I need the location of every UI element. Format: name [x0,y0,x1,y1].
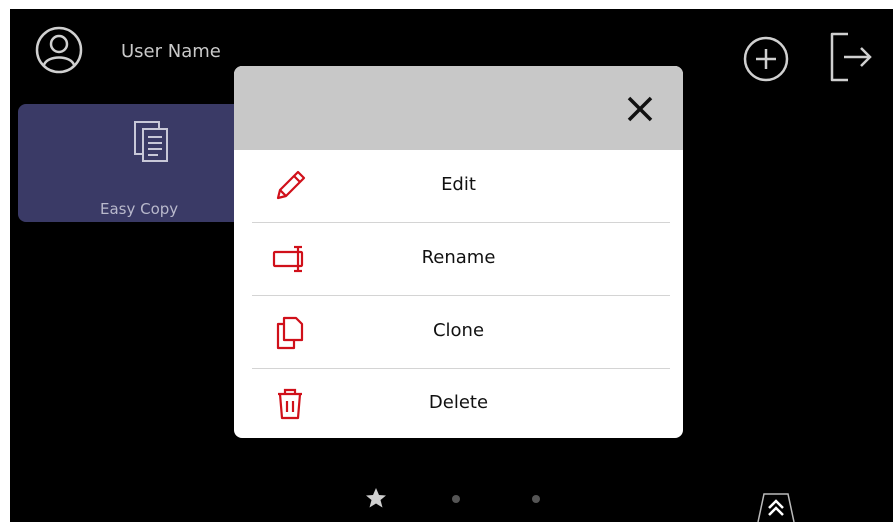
menu-item-delete[interactable]: Delete [234,368,683,438]
menu-item-label: Rename [421,247,496,268]
menu-item-label: Edit [441,174,476,195]
dialog-header [234,66,683,150]
menu-item-rename[interactable]: Rename [234,223,683,295]
page-dot[interactable] [452,495,460,503]
menu-item-label: Delete [428,392,489,413]
logout-icon[interactable] [824,28,874,86]
user-name: User Name [121,41,221,62]
double-chevron-up-icon[interactable] [752,492,800,522]
user-avatar-icon[interactable] [34,25,84,75]
menu-item-clone[interactable]: Clone [234,296,683,368]
app-tile-label: Easy Copy [100,200,179,218]
page-indicator [365,487,565,511]
copy-document-icon [134,121,168,162]
menu-item-edit[interactable]: Edit [234,150,683,222]
close-icon[interactable] [624,93,656,125]
page-dot[interactable] [532,495,540,503]
device-screen: User Name Easy Copy Edit Rename Clone De… [10,9,893,522]
star-icon[interactable] [365,487,387,509]
tile-options-dialog: Edit Rename Clone Delete [234,66,683,438]
menu-item-label: Clone [432,320,485,341]
add-icon[interactable] [741,34,791,84]
